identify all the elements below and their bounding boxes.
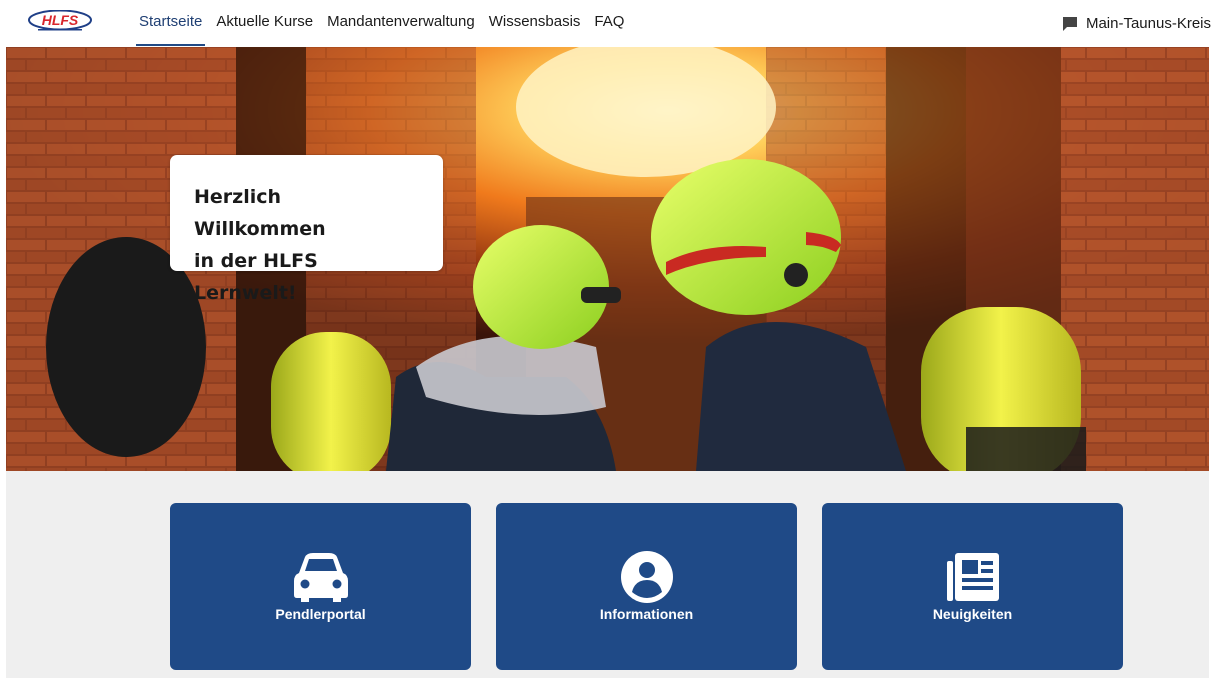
tile-label: Neuigkeiten [932, 606, 1013, 622]
tenant-name: Main-Taunus-Kreis [1085, 15, 1211, 32]
tile-label: Informationen [599, 606, 694, 622]
hlfs-logo[interactable]: HLFS [28, 9, 92, 32]
top-navigation-bar: HLFS Startseite Aktuelle Kurse Mandanten… [0, 0, 1215, 47]
tenant-selector[interactable]: Main-Taunus-Kreis [1062, 0, 1211, 47]
svg-text:HLFS: HLFS [42, 12, 79, 28]
newspaper-icon [946, 553, 999, 601]
car-icon [293, 553, 348, 602]
tile-informationen[interactable]: Informationen [496, 503, 797, 670]
quick-links-section: Pendlerportal Informationen Neuigkeiten [6, 471, 1209, 678]
user-circle-icon [620, 551, 673, 603]
tile-label: Pendlerportal [275, 606, 366, 622]
nav-item-wissensbasis[interactable]: Wissensbasis [486, 0, 584, 47]
main-nav: Startseite Aktuelle Kurse Mandantenverwa… [132, 0, 631, 47]
welcome-heading: Herzlich Willkommen in der HLFS Lernwelt… [194, 181, 419, 309]
welcome-line-2: in der HLFS Lernwelt! [194, 250, 318, 304]
chat-bubble-icon [1062, 16, 1077, 31]
tile-pendlerportal[interactable]: Pendlerportal [170, 503, 471, 670]
nav-item-aktuelle-kurse[interactable]: Aktuelle Kurse [213, 0, 316, 47]
nav-item-startseite[interactable]: Startseite [136, 0, 206, 47]
tile-neuigkeiten[interactable]: Neuigkeiten [822, 503, 1123, 670]
welcome-card: Herzlich Willkommen in der HLFS Lernwelt… [170, 155, 443, 304]
nav-item-mandantenverwaltung[interactable]: Mandantenverwaltung [324, 0, 478, 47]
hero-banner: Herzlich Willkommen in der HLFS Lernwelt… [6, 47, 1209, 471]
welcome-line-1: Herzlich Willkommen [194, 186, 326, 240]
nav-item-faq[interactable]: FAQ [591, 0, 627, 47]
